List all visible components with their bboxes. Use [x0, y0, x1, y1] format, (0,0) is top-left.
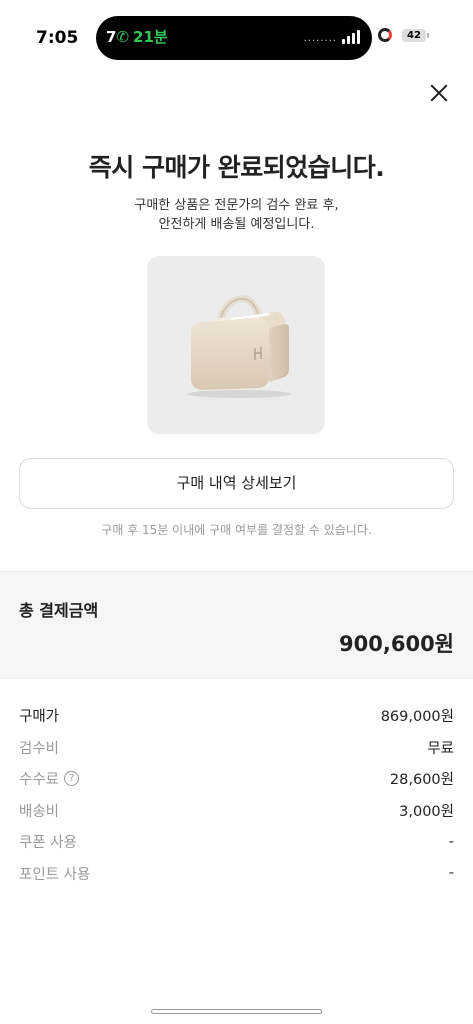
status-bar: 7:05 7✆ 21분 ........ 42 [0, 0, 473, 62]
help-icon[interactable]: ? [64, 771, 80, 787]
shipping-fee-label: 배송비 [19, 803, 60, 820]
points-label: 포인트 사용 [19, 866, 91, 883]
status-time: 7:05 [36, 28, 79, 48]
commission-value: 28,600원 [389, 772, 454, 789]
page-title: 즉시 구매가 완료되었습니다. [88, 153, 385, 182]
payment-breakdown: 구매가 869,000원 검수비 무료 수수료 ? 28,600원 배송비 3,… [19, 700, 454, 889]
total-payment-section: 총 결제금액 900,600원 [0, 571, 473, 679]
row-inspection-fee: 검수비 무료 [19, 732, 454, 764]
signal-icon: ........ [304, 30, 360, 44]
home-indicator[interactable] [151, 1009, 322, 1014]
total-label: 총 결제금액 [19, 601, 99, 620]
points-value: - [448, 865, 454, 882]
coupon-value: - [448, 833, 454, 850]
page-subtitle: 구매한 상품은 전문가의 검수 완료 후, 안전하게 배송될 예정입니다. [0, 196, 473, 234]
purchase-price-value: 869,000원 [380, 709, 454, 726]
purchase-price-label: 구매가 [19, 709, 60, 726]
battery-level: 42 [402, 28, 426, 42]
call-duration: 21분 [133, 28, 168, 46]
inspection-fee-value: 무료 [427, 740, 454, 757]
purchase-details-button[interactable]: 구매 내역 상세보기 [19, 458, 454, 509]
call-indicator[interactable]: 7✆ 21분 [106, 26, 168, 47]
row-commission: 수수료 ? 28,600원 [19, 763, 454, 795]
inspection-fee-label: 검수비 [19, 740, 60, 757]
status-time-suffix: 7 [106, 28, 117, 46]
row-shipping-fee: 배송비 3,000원 [19, 795, 454, 827]
google-icon [378, 28, 392, 42]
subtitle-line-2: 안전하게 배송될 예정입니다. [158, 217, 315, 232]
coupon-label: 쿠폰 사용 [19, 835, 77, 852]
battery-icon: 42 [402, 28, 429, 42]
dynamic-island[interactable]: 7✆ 21분 ........ [96, 16, 372, 60]
row-points: 포인트 사용 - [19, 858, 454, 890]
subtitle-line-1: 구매한 상품은 전문가의 검수 완료 후, [134, 198, 339, 213]
close-button[interactable] [426, 80, 452, 106]
commission-label: 수수료 [19, 772, 60, 789]
shipping-fee-value: 3,000원 [399, 803, 454, 820]
phone-icon: ✆ [116, 28, 130, 46]
row-coupon: 쿠폰 사용 - [19, 826, 454, 858]
decision-notice: 구매 후 15분 이내에 구매 여부를 결정할 수 있습니다. [101, 523, 372, 537]
status-right: 42 [378, 28, 429, 42]
row-purchase-price: 구매가 869,000원 [19, 700, 454, 732]
product-image [147, 256, 325, 434]
commission-label-wrap: 수수료 ? [19, 768, 80, 789]
total-value: 900,600원 [339, 632, 454, 656]
